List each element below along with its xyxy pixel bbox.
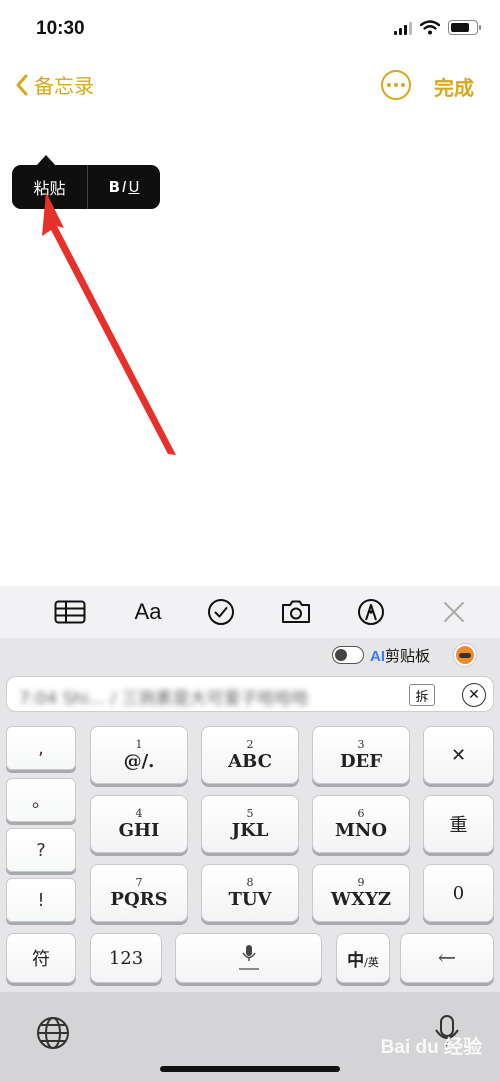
chevron-left-icon	[16, 74, 28, 95]
back-button-label: 备忘录	[34, 74, 94, 98]
back-button[interactable]: 备忘录	[14, 70, 94, 99]
key-number: 6	[357, 806, 365, 820]
key-2[interactable]: 2 ABC	[201, 726, 299, 784]
key-number: 7	[135, 875, 143, 889]
symbol-key-period[interactable]: 。	[6, 778, 76, 822]
candidate-text: 7:04 Shi... / 三驹素是大可爱子哈哈哈	[19, 689, 309, 706]
key-3[interactable]: 3 DEF	[312, 726, 410, 784]
close-icon[interactable]	[436, 596, 472, 628]
clipboard-label: 剪贴板	[385, 647, 431, 665]
battery-level-fill	[451, 23, 469, 32]
space-voice-key[interactable]	[175, 933, 322, 983]
enter-key[interactable]: ←	[400, 933, 494, 983]
symbol-key-comma[interactable]: ,	[6, 726, 76, 770]
done-button[interactable]: 完成	[434, 72, 474, 101]
key-label: TUV	[228, 888, 272, 910]
enter-arrow-icon: ←	[437, 945, 457, 971]
key-9[interactable]: 9 WXYZ	[312, 864, 410, 922]
format-bold-italic-underline-item[interactable]: B I U	[88, 165, 160, 209]
zero-label: 0	[452, 882, 465, 904]
clear-candidate-button[interactable]: ✕	[462, 683, 486, 707]
mascot-avatar-icon[interactable]	[454, 644, 476, 666]
key-label: JKL	[231, 819, 269, 841]
numbers-key[interactable]: 123	[90, 933, 162, 983]
ai-label: AI	[370, 648, 385, 665]
key-number: 5	[246, 806, 254, 820]
edit-context-menu: 粘贴 B I U	[12, 155, 160, 209]
chinese-keyboard: AI剪贴板 7:04 Shi... / 三驹素是大可爱子哈哈哈 拆 ✕ , 。 …	[0, 638, 500, 992]
split-button[interactable]: 拆	[409, 684, 435, 706]
key-label: @/.	[123, 750, 155, 772]
chinese-english-switch-key[interactable]: 中 /英	[336, 933, 390, 983]
key-number: 3	[357, 737, 365, 751]
status-icons	[394, 20, 481, 35]
key-4[interactable]: 4 GHI	[90, 795, 188, 853]
ai-clipboard-label: AI剪贴板	[370, 645, 430, 666]
clipboard-candidate[interactable]: 7:04 Shi... / 三驹素是大可爱子哈哈哈 拆 ✕	[6, 676, 494, 712]
baidu-watermark: Bai du 经验	[380, 1037, 482, 1058]
bold-label: B	[108, 178, 120, 196]
text-format-label: Aa	[134, 599, 162, 624]
checklist-icon[interactable]	[203, 596, 239, 628]
key-number: 2	[246, 737, 254, 751]
clipboard-bar: AI剪贴板	[0, 638, 500, 672]
key-number: 9	[357, 875, 365, 889]
ai-clipboard-toggle[interactable]	[332, 646, 364, 664]
symbol-key-exclamation[interactable]: !	[6, 878, 76, 922]
battery-icon	[448, 20, 481, 35]
key-label: GHI	[118, 819, 160, 841]
key-5[interactable]: 5 JKL	[201, 795, 299, 853]
microphone-icon	[238, 945, 259, 970]
underline-label: U	[128, 178, 140, 196]
text-format-icon[interactable]: Aa	[128, 596, 168, 628]
retype-label: 重	[449, 815, 468, 836]
symbols-label: 符	[32, 949, 50, 970]
symbols-key[interactable]: 符	[6, 933, 76, 983]
delete-key[interactable]: ✕	[423, 726, 494, 784]
key-8[interactable]: 8 TUV	[201, 864, 299, 922]
delete-icon: ✕	[450, 744, 467, 766]
navigation-bar: 备忘录 完成	[0, 62, 500, 108]
key-number: 8	[246, 875, 254, 889]
key-1[interactable]: 1 @/.	[90, 726, 188, 784]
paste-menu-item[interactable]: 粘贴	[12, 165, 88, 209]
more-options-icon[interactable]	[381, 70, 411, 100]
key-number: 1	[135, 737, 143, 751]
key-label: ABC	[228, 750, 272, 772]
key-label: WXYZ	[330, 888, 392, 910]
key-number: 4	[135, 806, 143, 820]
key-0[interactable]: 0	[423, 864, 494, 922]
lang-main-label: 中	[347, 950, 365, 971]
retype-key[interactable]: 重	[423, 795, 494, 853]
key-label: MNO	[334, 819, 388, 841]
symbol-key-question[interactable]: ?	[6, 828, 76, 872]
keyboard-home-area: Bai du 经验	[0, 992, 500, 1082]
status-time: 10:30	[36, 18, 85, 39]
key-label: DEF	[339, 750, 383, 772]
wifi-icon	[420, 20, 440, 35]
key-7[interactable]: 7 PQRS	[90, 864, 188, 922]
camera-icon[interactable]	[278, 596, 314, 628]
cellular-signal-icon	[394, 21, 412, 35]
status-bar: 10:30	[0, 0, 500, 58]
notes-toolbar: Aa	[0, 586, 500, 638]
italic-label: I	[122, 178, 127, 196]
numbers-label: 123	[108, 947, 144, 969]
home-indicator[interactable]	[160, 1066, 340, 1072]
key-6[interactable]: 6 MNO	[312, 795, 410, 853]
lang-sub-label: /英	[364, 956, 379, 969]
key-label: PQRS	[110, 888, 168, 910]
markup-icon[interactable]	[353, 596, 389, 628]
globe-icon[interactable]	[36, 1016, 70, 1050]
table-icon[interactable]	[52, 596, 88, 628]
